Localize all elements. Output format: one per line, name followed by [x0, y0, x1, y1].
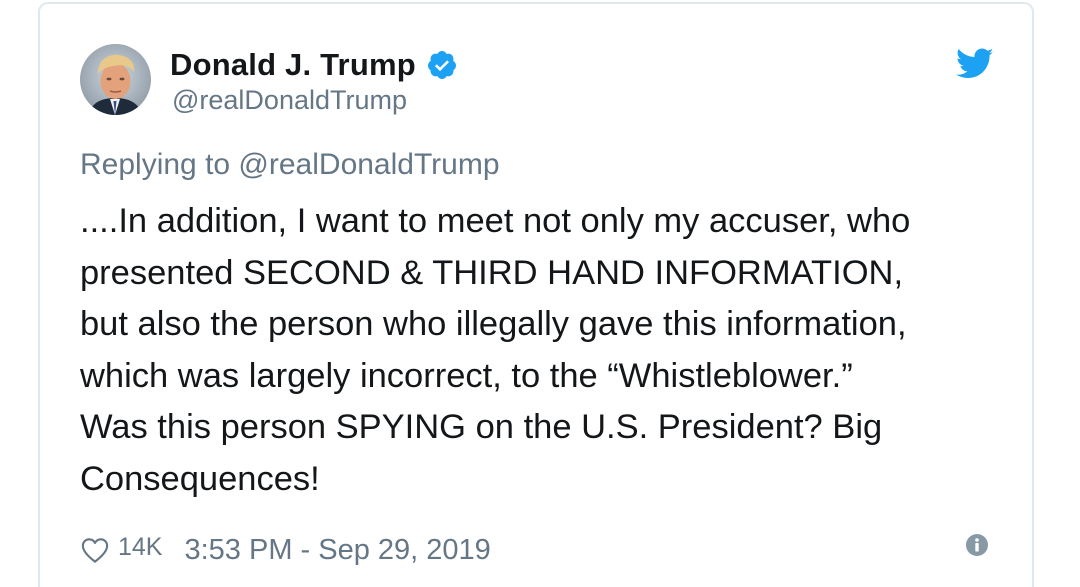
- like-count[interactable]: 14K: [118, 533, 162, 562]
- tweet-timestamp[interactable]: 3:53 PM - Sep 29, 2019: [184, 534, 490, 567]
- verified-badge-icon: [426, 49, 458, 81]
- heart-icon[interactable]: [80, 536, 110, 564]
- like-button[interactable]: 14K: [80, 533, 162, 565]
- tweet-footer: 14K 3:53 PM - Sep 29, 2019: [80, 528, 491, 572]
- author-display-name[interactable]: Donald J. Trump: [170, 47, 416, 83]
- info-icon[interactable]: [965, 533, 989, 557]
- tweet-text: ....In addition, I want to meet not only…: [80, 202, 911, 498]
- author-name-row[interactable]: Donald J. Trump: [170, 45, 458, 85]
- avatar-image: [80, 44, 151, 115]
- twitter-bird-icon[interactable]: [956, 48, 994, 80]
- replying-to-label[interactable]: Replying to @realDonaldTrump: [80, 148, 500, 182]
- avatar[interactable]: [80, 44, 151, 115]
- author-handle[interactable]: @realDonaldTrump: [172, 85, 407, 116]
